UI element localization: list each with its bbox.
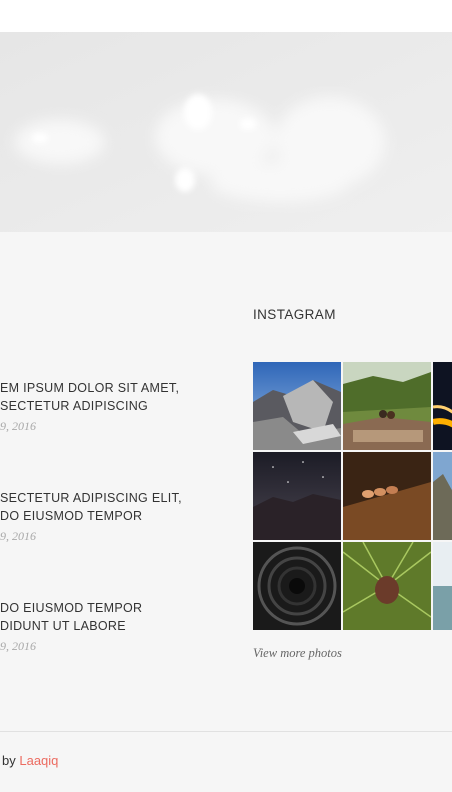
post-item[interactable]: EM IPSUM DOLOR SIT AMET, SECTETUR ADIPIS… xyxy=(0,379,240,434)
instagram-photo[interactable] xyxy=(253,542,341,630)
footer-divider xyxy=(0,731,452,732)
view-more-photos-link[interactable]: View more photos xyxy=(253,646,342,661)
instagram-photo[interactable] xyxy=(433,542,452,630)
instagram-photo[interactable] xyxy=(343,542,431,630)
credit-prefix: by xyxy=(2,753,16,768)
instagram-photo[interactable] xyxy=(253,362,341,450)
post-item[interactable]: DO EIUSMOD TEMPOR DIDUNT UT LABORE 9, 20… xyxy=(0,599,240,654)
post-date: 9, 2016 xyxy=(0,529,36,543)
credit-link[interactable]: Laaqiq xyxy=(19,753,58,768)
hero-texture xyxy=(0,32,452,232)
instagram-photo[interactable] xyxy=(433,452,452,540)
post-item[interactable]: SECTETUR ADIPISCING ELIT, DO EIUSMOD TEM… xyxy=(0,489,240,544)
post-date: 9, 2016 xyxy=(0,639,36,653)
instagram-photo[interactable] xyxy=(343,362,431,450)
instagram-photo[interactable] xyxy=(343,452,431,540)
hero-image xyxy=(0,32,452,232)
post-title[interactable]: DO EIUSMOD TEMPOR DIDUNT UT LABORE xyxy=(0,599,240,635)
top-bar xyxy=(0,0,452,32)
instagram-widget-title: INSTAGRAM xyxy=(253,307,336,322)
footer-credit: by Laaqiq xyxy=(2,753,58,768)
post-date: 9, 2016 xyxy=(0,419,36,433)
post-title[interactable]: SECTETUR ADIPISCING ELIT, DO EIUSMOD TEM… xyxy=(0,489,240,525)
post-title[interactable]: EM IPSUM DOLOR SIT AMET, SECTETUR ADIPIS… xyxy=(0,379,240,415)
instagram-photo[interactable] xyxy=(433,362,452,450)
instagram-photo[interactable] xyxy=(253,452,341,540)
instagram-photo-grid xyxy=(253,362,452,630)
